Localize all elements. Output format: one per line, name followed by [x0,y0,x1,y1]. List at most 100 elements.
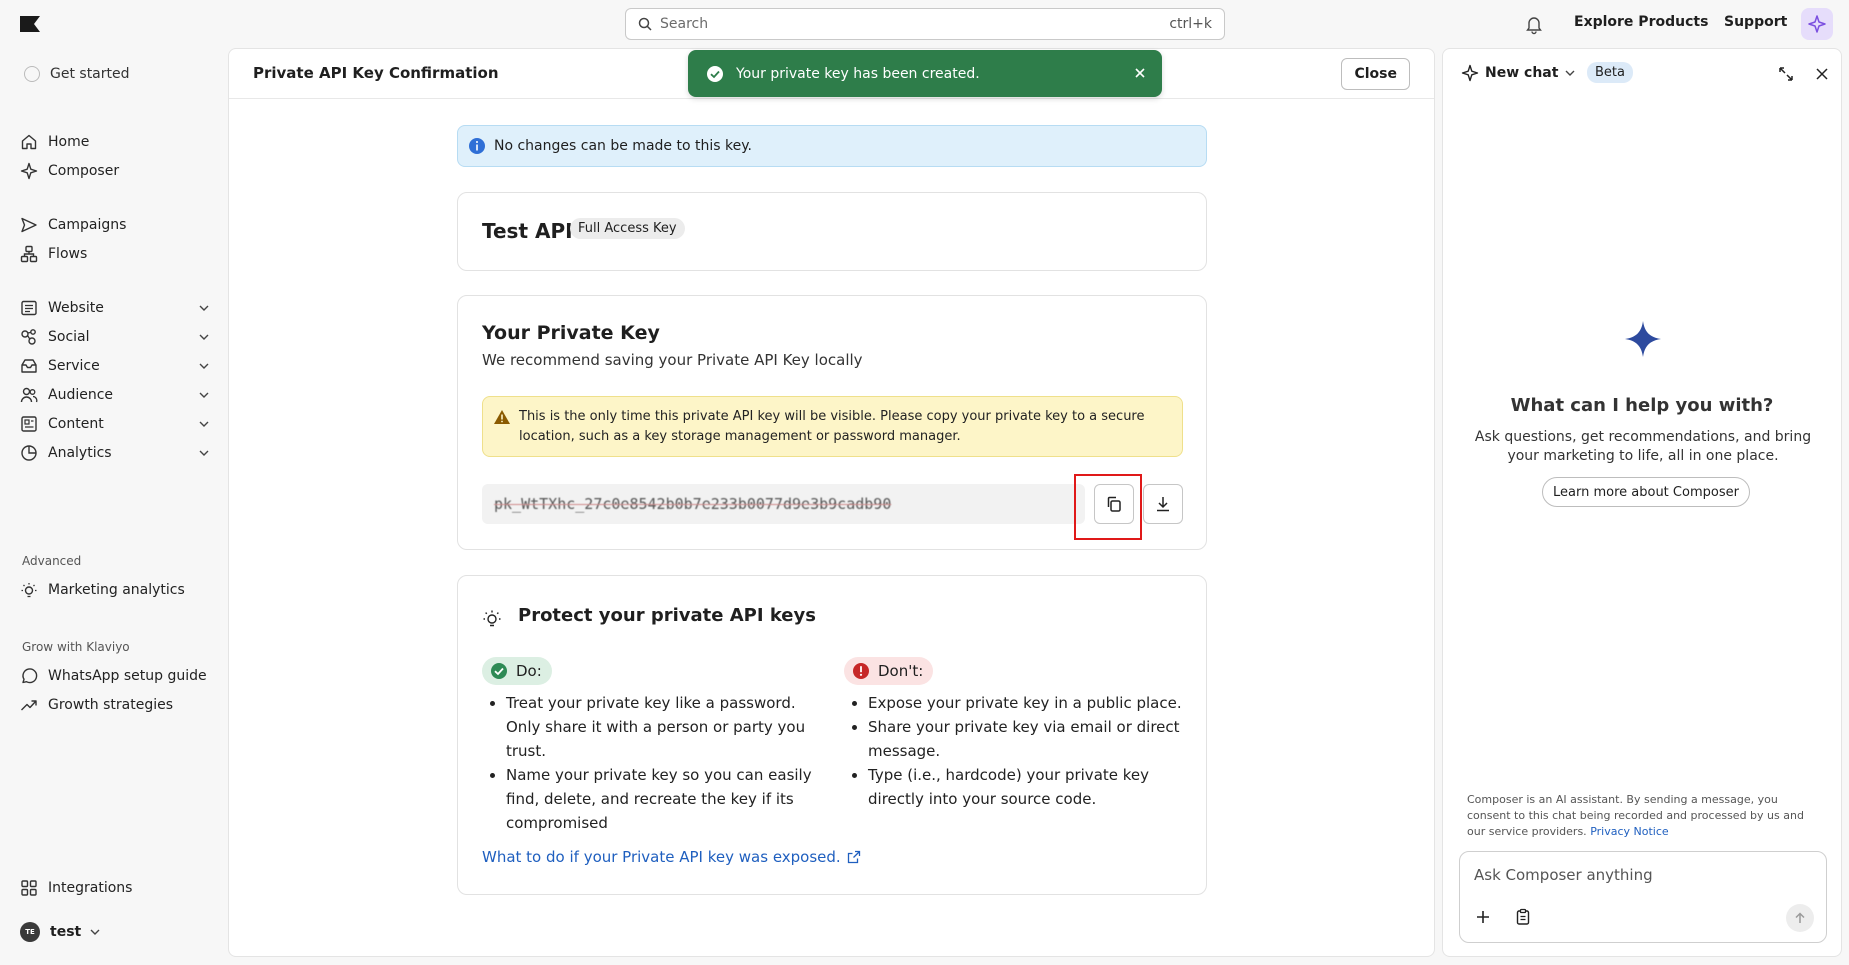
composer-toggle-button[interactable] [1801,8,1833,40]
private-key-title: Your Private Key [482,322,660,344]
sidebar-item-social[interactable]: Social [20,323,210,351]
chevron-down-icon [199,392,209,398]
do-list: Treat your private key like a password. … [482,691,812,835]
search-input[interactable] [660,16,1170,32]
send-button[interactable] [1786,904,1814,932]
sidebar-item-label: Composer [48,163,120,179]
close-button[interactable]: Close [1341,58,1410,90]
sidebar: Get started Home Composer Campaigns Flow… [0,48,228,965]
copy-button-highlight [1074,474,1142,540]
section-label-grow: Grow with Klaviyo [22,640,130,654]
check-circle-icon [491,663,507,679]
sidebar-item-composer[interactable]: Composer [20,157,210,185]
lightbulb-icon [21,583,37,598]
service-icon [21,359,37,373]
chevron-down-icon [199,450,209,456]
private-key-field[interactable]: pk_WtTXhc_27c0e8542b0b7e233b0077d9e3b9ca… [482,484,1085,524]
sparkle-icon [1461,64,1479,82]
external-link-icon [847,850,860,864]
progress-circle-icon [24,66,40,82]
page-title: Private API Key Confirmation [253,64,499,82]
help-title: What can I help you with? [1510,395,1774,416]
audience-icon [20,387,38,403]
sidebar-item-analytics[interactable]: Analytics [20,439,210,467]
sidebar-item-label: Service [48,358,100,374]
whatsapp-icon [22,668,38,684]
list-item: Type (i.e., hardcode) your private key d… [868,763,1184,811]
clipboard-icon[interactable] [1514,908,1532,926]
list-item: Share your private key via email or dire… [868,715,1184,763]
dont-badge: Don't: [844,657,934,685]
search-icon [638,17,652,31]
learn-more-composer-button[interactable]: Learn more about Composer [1542,477,1750,507]
key-exposed-link-label: What to do if your Private API key was e… [482,848,841,866]
sidebar-item-whatsapp[interactable]: WhatsApp setup guide [20,662,210,690]
key-name-card: Test API Full Access Key [457,192,1207,271]
klaviyo-flag-icon[interactable] [20,16,40,32]
sidebar-item-label: Social [48,329,90,345]
sidebar-item-label: Analytics [48,445,112,461]
list-item: Expose your private key in a public plac… [868,691,1184,715]
plus-icon[interactable] [1474,908,1492,926]
download-icon [1157,497,1169,512]
info-icon [469,138,485,154]
beta-badge: Beta [1587,62,1633,83]
sidebar-item-label: WhatsApp setup guide [48,668,207,684]
info-banner: No changes can be made to this key. [457,125,1207,167]
support-link[interactable]: Support [1724,14,1787,30]
sidebar-item-integrations[interactable]: Integrations [20,874,210,902]
chat-disclaimer: Composer is an AI assistant. By sending … [1467,792,1817,840]
chevron-down-icon [199,305,209,311]
get-started-label: Get started [50,66,130,82]
get-started-link[interactable]: Get started [24,66,130,82]
grid-icon [21,880,37,896]
private-key-value: pk_WtTXhc_27c0e8542b0b7e233b0077d9e3b9ca… [494,495,892,513]
warning-text: This is the only time this private API k… [519,409,1145,444]
sidebar-item-label: Campaigns [48,217,127,233]
key-name: Test API [482,219,573,243]
close-icon[interactable] [1813,65,1831,83]
chevron-down-icon [90,929,100,935]
sidebar-item-flows[interactable]: Flows [20,240,210,268]
sidebar-item-website[interactable]: Website [20,294,210,322]
search-shortcut: ctrl+k [1169,16,1212,32]
account-menu[interactable]: TE test [20,922,101,942]
privacy-notice-link[interactable]: Privacy Notice [1590,825,1668,838]
avatar: TE [20,922,40,942]
explore-products-link[interactable]: Explore Products [1574,14,1708,30]
sidebar-item-label: Growth strategies [48,697,174,713]
sidebar-item-label: Audience [48,387,114,403]
search-bar[interactable]: ctrl+k [625,8,1225,40]
bell-icon[interactable] [1523,13,1545,35]
key-exposed-link[interactable]: What to do if your Private API key was e… [482,848,861,866]
help-subtitle: Ask questions, get recommendations, and … [1474,429,1812,464]
composer-chat-panel: New chat Beta What can I help you with? … [1442,48,1842,957]
new-chat-label: New chat [1485,65,1559,81]
do-label: Do: [516,662,542,680]
close-icon[interactable] [1132,65,1148,81]
private-key-subtitle: We recommend saving your Private API Key… [482,351,863,369]
home-icon [21,134,37,150]
sidebar-item-growth[interactable]: Growth strategies [20,691,210,719]
sidebar-item-audience[interactable]: Audience [20,381,210,409]
new-chat-dropdown[interactable]: New chat [1461,64,1576,82]
sidebar-item-campaigns[interactable]: Campaigns [20,211,210,239]
sidebar-item-content[interactable]: Content [20,410,210,438]
key-scope-badge: Full Access Key [570,218,685,239]
lightbulb-icon [483,610,501,627]
chat-input-box[interactable] [1459,851,1827,943]
top-bar: ctrl+k Explore Products Support [0,0,1849,48]
dont-list: Expose your private key in a public plac… [844,691,1184,811]
chevron-down-icon [199,334,209,340]
warning-banner: This is the only time this private API k… [482,396,1183,457]
chevron-down-icon [199,421,209,427]
content-icon [21,416,37,432]
dont-label: Don't: [878,662,924,680]
sidebar-item-home[interactable]: Home [20,128,210,156]
sidebar-item-marketing-analytics[interactable]: Marketing analytics [20,576,210,604]
chat-input[interactable] [1474,866,1804,884]
download-key-button[interactable] [1143,484,1183,524]
expand-icon[interactable] [1777,65,1795,83]
protect-keys-card: Protect your private API keys Do: Don't:… [457,575,1207,895]
sidebar-item-service[interactable]: Service [20,352,210,380]
